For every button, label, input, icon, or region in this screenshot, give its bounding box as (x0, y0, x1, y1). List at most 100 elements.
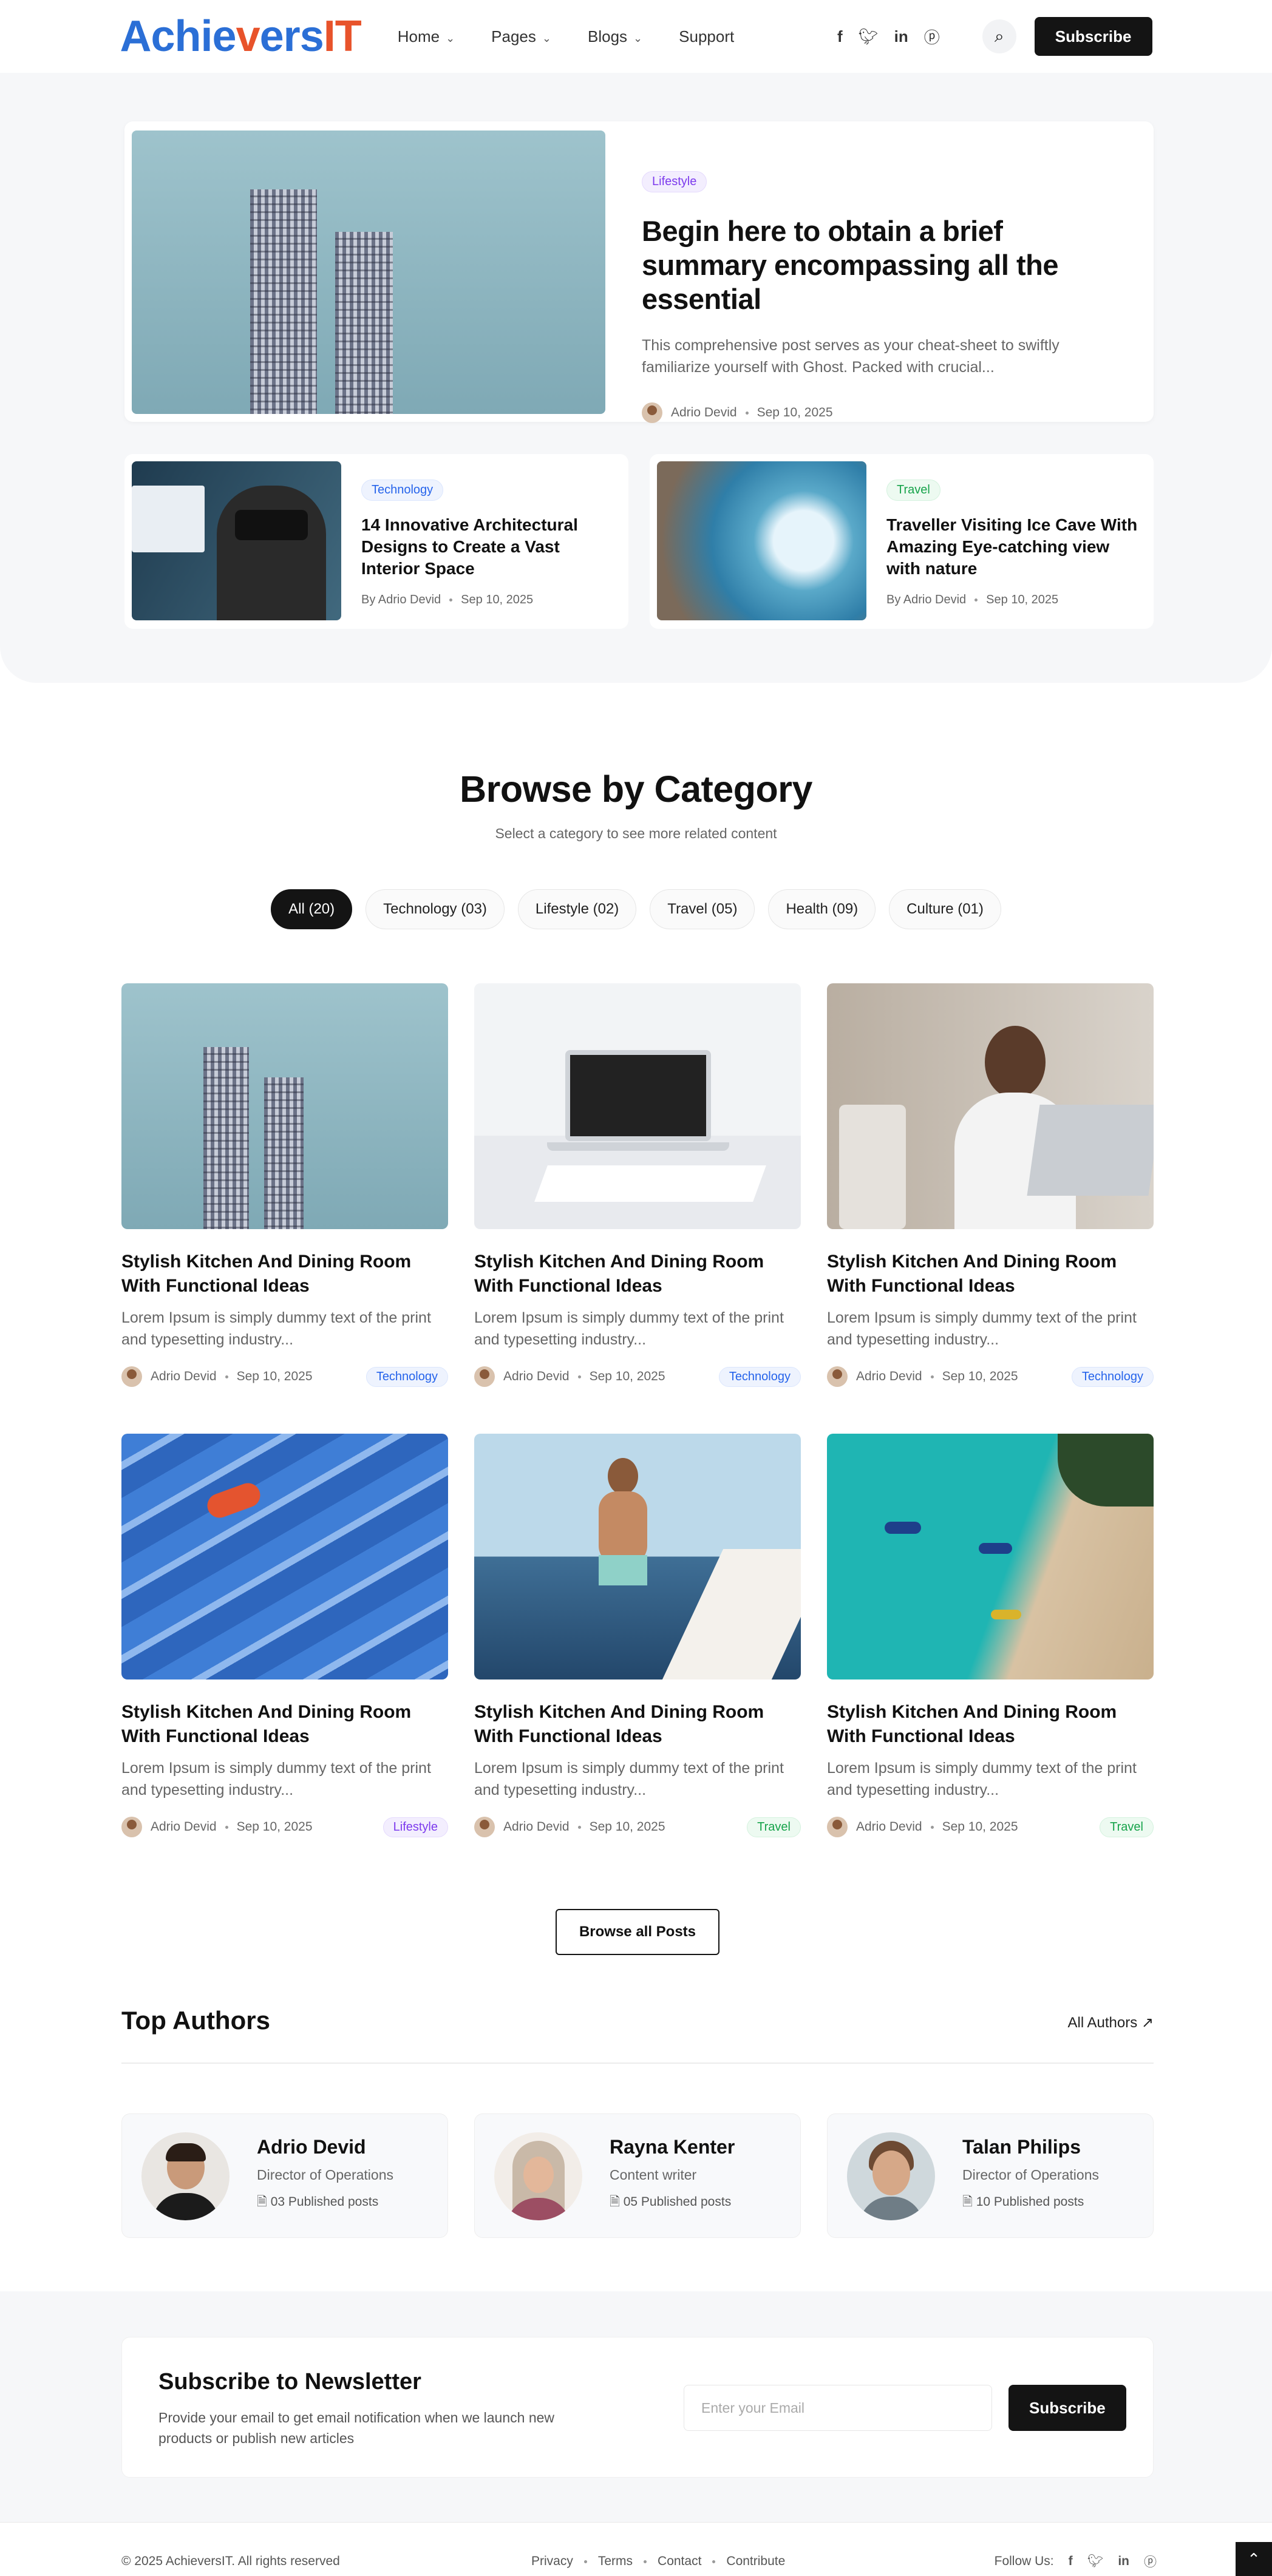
chip-health[interactable]: Health (09) (768, 889, 876, 929)
twitter-icon[interactable]: 🐦︎ (1087, 2554, 1104, 2569)
post-card[interactable]: Stylish Kitchen And Dining Room With Fun… (121, 983, 448, 1387)
category-tag[interactable]: Technology (718, 1366, 801, 1387)
featured-post-image (132, 130, 605, 414)
post-title[interactable]: Stylish Kitchen And Dining Room With Fun… (121, 1700, 448, 1749)
author-post-count: 🗎︎ 03 Published posts (257, 2195, 379, 2209)
pinterest-icon[interactable]: ⓟ (924, 25, 940, 48)
author-post-count: 🗎︎ 05 Published posts (610, 2195, 732, 2209)
post-title[interactable]: Stylish Kitchen And Dining Room With Fun… (474, 1250, 801, 1298)
search-button[interactable]: ⌕ (982, 19, 1016, 53)
post-date: Sep 10, 2025 (757, 405, 833, 419)
chip-travel[interactable]: Travel (05) (650, 889, 755, 929)
chevron-down-icon: ⌄ (542, 32, 551, 44)
post-meta: Adrio Devid Sep 10, 2025 (474, 1817, 665, 1837)
post-image (827, 1434, 1154, 1679)
category-tag[interactable]: Technology (361, 480, 444, 501)
author-name[interactable]: Adrio Devid (151, 1369, 217, 1384)
post-title[interactable]: Stylish Kitchen And Dining Room With Fun… (474, 1700, 801, 1749)
post-date: Sep 10, 2025 (942, 1820, 1018, 1834)
chip-technology[interactable]: Technology (03) (366, 889, 505, 929)
author-name[interactable]: By Adrio Devid (361, 593, 441, 607)
footer-link-privacy[interactable]: Privacy (531, 2554, 573, 2569)
author-name[interactable]: Adrio Devid (151, 1820, 217, 1834)
logo[interactable]: Achie v ers IT (120, 12, 362, 61)
linkedin-icon[interactable]: in (1118, 2554, 1129, 2569)
featured-post-excerpt: This comprehensive post serves as your c… (642, 337, 1059, 376)
post-card[interactable]: Stylish Kitchen And Dining Room With Fun… (474, 983, 801, 1387)
logo-v-person: v (236, 12, 260, 61)
nav-blogs[interactable]: Blogs ⌄ (588, 27, 642, 46)
site-header: Achie v ers IT Home ⌄ Pages ⌄ Blogs ⌄ Support … (0, 0, 1272, 73)
subscribe-button[interactable]: Subscribe (1034, 17, 1152, 56)
chip-lifestyle[interactable]: Lifestyle (02) (517, 889, 637, 929)
featured-post-title[interactable]: Begin here to obtain a brief summary enc… (642, 214, 1127, 316)
featured-post[interactable]: Lifestyle Begin here to obtain a brief s… (124, 121, 1154, 423)
author-name[interactable]: Talan Philips (962, 2136, 1099, 2158)
category-tag[interactable]: Technology (366, 1366, 448, 1387)
author-name[interactable]: By Adrio Devid (886, 593, 966, 607)
side-post[interactable]: Technology 14 Innovative Architectural D… (124, 454, 628, 629)
post-meta: Adrio Devid Sep 10, 2025 (121, 1817, 313, 1837)
section-title: Top Authors (121, 2006, 270, 2035)
category-tag[interactable]: Lifestyle (383, 1817, 448, 1837)
post-meta: By Adrio Devid Sep 10, 2025 (361, 593, 616, 607)
post-excerpt: Lorem Ipsum is simply dummy text of the … (827, 1760, 1137, 1798)
newsletter-subscribe-button[interactable]: Subscribe (1008, 2385, 1126, 2431)
document-icon: 🗎︎ (257, 2195, 267, 2209)
author-name[interactable]: Adrio Devid (856, 1820, 922, 1834)
side-post[interactable]: Travel Traveller Visiting Ice Cave With … (650, 454, 1154, 629)
author-card[interactable]: Talan Philips Director of Operations 🗎︎ … (827, 2113, 1154, 2238)
avatar (827, 1366, 848, 1387)
document-icon: 🗎︎ (962, 2195, 973, 2209)
footer-link-contact[interactable]: Contact (658, 2554, 701, 2569)
post-title[interactable]: Stylish Kitchen And Dining Room With Fun… (827, 1250, 1154, 1298)
author-name[interactable]: Adrio Devid (856, 1369, 922, 1384)
author-card[interactable]: Rayna Kenter Content writer 🗎︎ 05 Publis… (474, 2113, 801, 2238)
twitter-icon[interactable]: 🐦︎ (859, 27, 879, 46)
post-title[interactable]: 14 Innovative Architectural Designs to C… (361, 514, 616, 580)
category-tag[interactable]: Travel (747, 1817, 801, 1837)
category-tag[interactable]: Lifestyle (642, 171, 707, 192)
chip-all[interactable]: All (20) (271, 889, 353, 929)
post-card[interactable]: Stylish Kitchen And Dining Room With Fun… (474, 1434, 801, 1837)
post-image (657, 461, 866, 620)
section-subtitle: Select a category to see more related co… (495, 825, 777, 841)
category-tag[interactable]: Technology (1071, 1366, 1154, 1387)
footer-link-terms[interactable]: Terms (598, 2554, 633, 2569)
scroll-to-top-button[interactable]: ⌃ (1236, 2542, 1272, 2576)
category-tag[interactable]: Travel (886, 480, 940, 501)
author-name[interactable]: Adrio Devid (503, 1369, 570, 1384)
facebook-icon[interactable]: f (837, 27, 843, 46)
author-name[interactable]: Rayna Kenter (610, 2136, 735, 2158)
post-card[interactable]: Stylish Kitchen And Dining Room With Fun… (827, 983, 1154, 1387)
chip-culture[interactable]: Culture (01) (889, 889, 1001, 929)
author-post-count: 🗎︎ 10 Published posts (962, 2195, 1084, 2209)
linkedin-icon[interactable]: in (894, 27, 908, 46)
author-name[interactable]: Adrio Devid (257, 2136, 393, 2158)
post-card[interactable]: Stylish Kitchen And Dining Room With Fun… (827, 1434, 1154, 1837)
category-tag[interactable]: Travel (1100, 1817, 1154, 1837)
post-card[interactable]: Stylish Kitchen And Dining Room With Fun… (121, 1434, 448, 1837)
post-title[interactable]: Stylish Kitchen And Dining Room With Fun… (827, 1700, 1154, 1749)
author-name[interactable]: Adrio Devid (671, 405, 737, 420)
copyright: © 2025 AchieversIT. All rights reserved (121, 2554, 340, 2568)
post-excerpt: Lorem Ipsum is simply dummy text of the … (121, 1760, 431, 1798)
post-title[interactable]: Traveller Visiting Ice Cave With Amazing… (886, 514, 1141, 580)
browse-all-posts-button[interactable]: Browse all Posts (556, 1909, 719, 1955)
main-nav: Home ⌄ Pages ⌄ Blogs ⌄ Support (398, 27, 735, 46)
author-name[interactable]: Adrio Devid (503, 1820, 570, 1834)
all-authors-link[interactable]: All Authors ↗ (1067, 2014, 1154, 2032)
footer-social: Follow Us: f 🐦︎ in ⓟ (995, 2552, 1157, 2571)
author-card[interactable]: Adrio Devid Director of Operations 🗎︎ 03… (121, 2113, 448, 2238)
nav-support[interactable]: Support (679, 27, 734, 46)
post-date: Sep 10, 2025 (942, 1369, 1018, 1383)
post-title[interactable]: Stylish Kitchen And Dining Room With Fun… (121, 1250, 448, 1298)
nav-pages[interactable]: Pages ⌄ (491, 27, 551, 46)
facebook-icon[interactable]: f (1069, 2554, 1073, 2569)
nav-home[interactable]: Home ⌄ (398, 27, 455, 46)
category-filter: All (20) Technology (03) Lifestyle (02) … (0, 889, 1272, 929)
email-input[interactable] (684, 2385, 992, 2431)
author-list: Adrio Devid Director of Operations 🗎︎ 03… (121, 2113, 1154, 2238)
footer-link-contribute[interactable]: Contribute (726, 2554, 785, 2569)
pinterest-icon[interactable]: ⓟ (1144, 2552, 1157, 2571)
